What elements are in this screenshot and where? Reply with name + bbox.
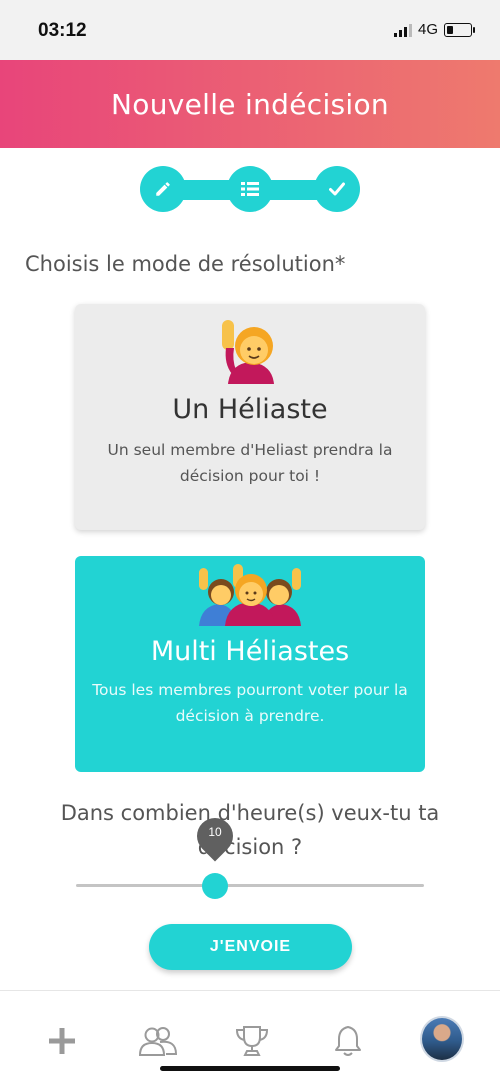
list-icon xyxy=(241,182,259,196)
check-icon xyxy=(329,182,345,196)
resolution-mode-label: Choisis le mode de résolution* xyxy=(25,252,346,276)
trophy-icon xyxy=(235,1026,269,1056)
bell-icon xyxy=(335,1026,361,1056)
card-title: Un Héliaste xyxy=(172,394,328,425)
tab-profile[interactable] xyxy=(420,1016,464,1062)
send-button[interactable]: J'ENVOIE xyxy=(149,924,352,970)
status-bar: 03:12 4G xyxy=(0,0,500,60)
slider-thumb[interactable] xyxy=(202,873,228,899)
users-icon xyxy=(138,1027,178,1056)
slider-value: 10 xyxy=(208,825,222,839)
status-indicators: 4G xyxy=(393,21,475,38)
tab-trophies[interactable] xyxy=(230,1019,274,1063)
home-indicator xyxy=(160,1066,340,1071)
card-title: Multi Héliastes xyxy=(150,636,350,667)
hours-question: Dans combien d'heure(s) veux-tu ta décis… xyxy=(60,801,440,859)
slider-track[interactable] xyxy=(76,884,424,887)
step-edit[interactable] xyxy=(140,166,186,212)
app-header: Nouvelle indécision xyxy=(0,60,500,148)
pencil-icon xyxy=(156,182,170,196)
tab-notifications[interactable] xyxy=(326,1019,370,1063)
battery-icon xyxy=(444,22,475,37)
step-options[interactable] xyxy=(227,166,273,212)
plus-icon xyxy=(49,1028,75,1054)
group-raising-hands-icon xyxy=(195,564,305,630)
mode-card-single[interactable]: Un Héliaste Un seul membre d'Heliast pre… xyxy=(75,304,425,530)
avatar xyxy=(420,1016,464,1062)
tab-add[interactable] xyxy=(40,1019,84,1063)
mode-card-multi[interactable]: Multi Héliastes Tous les membres pourron… xyxy=(75,556,425,772)
status-time: 03:12 xyxy=(38,20,87,41)
card-description: Tous les membres pourront voter pour la … xyxy=(92,681,408,725)
network-label: 4G xyxy=(417,21,438,38)
hours-slider[interactable]: 10 xyxy=(76,810,424,899)
card-description: Un seul membre d'Heliast prendra la déci… xyxy=(107,441,393,485)
person-raising-hand-icon xyxy=(218,318,282,384)
progress-stepper xyxy=(140,166,360,214)
signal-icon xyxy=(393,23,412,37)
tab-community[interactable] xyxy=(136,1019,180,1063)
page-title: Nouvelle indécision xyxy=(111,87,389,121)
step-confirm[interactable] xyxy=(314,166,360,212)
